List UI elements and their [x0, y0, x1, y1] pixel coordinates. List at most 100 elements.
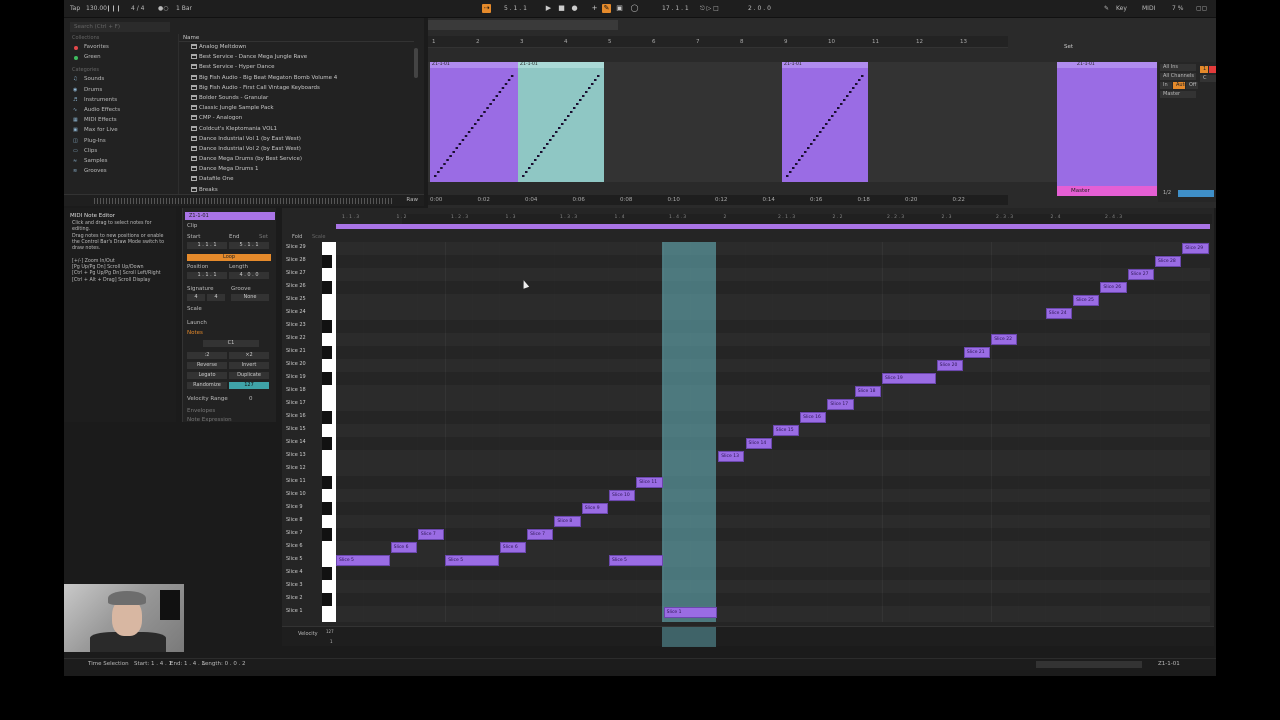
black-key[interactable] — [322, 502, 332, 516]
browser-row[interactable]: Best Service - Hyper Dance — [179, 62, 414, 72]
midi-note[interactable]: Slice 5 — [445, 555, 499, 567]
envelopes-section[interactable]: Envelopes — [187, 408, 215, 414]
notes-section[interactable]: Notes — [187, 330, 203, 336]
midi-note[interactable]: Slice 24 — [1045, 308, 1073, 320]
loop-start[interactable]: 17 . 1 . 1 — [662, 5, 689, 12]
midi-note[interactable]: Slice 18 — [854, 386, 881, 398]
midi-note[interactable]: Slice 16 — [800, 412, 827, 424]
midi-note[interactable]: Slice 19 — [882, 373, 936, 385]
browser-scrollbar[interactable] — [414, 48, 418, 78]
browser-row[interactable]: Best Service - Dance Mega Jungle Rave — [179, 52, 414, 62]
browser-row[interactable]: Dance Industrial Vol 1 (by East West) — [179, 134, 414, 144]
black-key[interactable] — [322, 320, 332, 334]
midi-note[interactable]: Slice 29 — [1182, 243, 1209, 254]
midi-note[interactable]: Slice 5 — [609, 555, 663, 567]
category-plug-ins[interactable]: ◫ Plug-Ins — [68, 136, 174, 146]
punch-in-icon[interactable]: ⎋ ▷ □ — [700, 5, 719, 13]
black-key[interactable] — [322, 411, 332, 425]
root-note-field[interactable]: C1 — [203, 340, 259, 347]
black-key[interactable] — [322, 255, 332, 268]
midi-note[interactable]: Slice 7 — [417, 529, 445, 541]
fold-button[interactable]: Fold — [292, 234, 302, 240]
category-samples[interactable]: ≈ Samples — [68, 156, 174, 166]
browser-row[interactable]: Dance Mega Drums 1 — [179, 164, 414, 174]
preview-waveform[interactable] — [94, 198, 394, 204]
category-audio-effects[interactable]: ∿ Audio Effects — [68, 105, 174, 115]
midi-note[interactable]: Slice 26 — [1100, 282, 1127, 294]
track-number[interactable]: 1 — [1200, 66, 1208, 73]
monitor-auto[interactable]: Auto — [1173, 82, 1188, 89]
black-key[interactable] — [322, 346, 332, 360]
input-channel-menu[interactable]: All Channels — [1160, 73, 1196, 80]
stop-icon[interactable]: ■ — [557, 4, 566, 13]
category-drums[interactable]: ◉ Drums — [68, 85, 174, 95]
browser-row[interactable]: Analog Meltdown — [179, 42, 414, 52]
name-column-header[interactable]: Name — [179, 34, 414, 42]
browser-row[interactable]: Bolder Sounds - Granular — [179, 93, 414, 103]
category-sounds[interactable]: ♫ Sounds — [68, 74, 174, 84]
category-instruments[interactable]: ♬ Instruments — [68, 95, 174, 105]
quantize-menu[interactable]: 1 Bar — [176, 5, 192, 12]
arrangement-clip[interactable]: Z1-1-01 — [782, 62, 868, 182]
signature-numerator[interactable]: 4 — [187, 294, 205, 301]
tap-button[interactable]: Tap — [70, 5, 80, 12]
start-field[interactable]: 1 . 1 . 1 — [187, 242, 227, 249]
draw-mode-icon[interactable]: ✎ — [1104, 5, 1109, 12]
arm-button[interactable] — [1209, 66, 1216, 73]
half-button[interactable]: :2 — [187, 352, 227, 359]
double-button[interactable]: ×2 — [229, 352, 269, 359]
signature-field[interactable]: 4 / 4 — [131, 5, 144, 12]
browser-search-input[interactable]: Search (Ctrl + F) — [70, 22, 170, 32]
song-position[interactable]: 5 . 1 . 1 — [504, 5, 527, 12]
monitor-off[interactable]: Off — [1186, 82, 1198, 89]
black-key[interactable] — [322, 528, 332, 542]
black-key[interactable] — [322, 372, 332, 386]
midi-note[interactable]: Slice 5 — [336, 555, 390, 567]
category-clips[interactable]: ▭ Clips — [68, 146, 174, 156]
overdub-icon[interactable]: + — [590, 4, 599, 13]
midi-note[interactable]: Slice 14 — [745, 438, 772, 450]
loop-toggle[interactable]: Loop — [187, 254, 271, 261]
key-map-button[interactable]: Key — [1116, 5, 1127, 12]
browser-row[interactable]: CMP - Analogon — [179, 113, 414, 123]
loop-brace[interactable] — [336, 224, 1210, 229]
scale-button[interactable]: Scale — [312, 234, 325, 240]
play-icon[interactable]: ▶ — [544, 4, 553, 13]
midi-note[interactable]: Slice 27 — [1127, 269, 1154, 281]
piano-keys[interactable] — [322, 242, 336, 622]
tempo-field[interactable]: 130.00 — [86, 5, 107, 12]
browser-row[interactable]: Dance Industrial Vol 2 (by East West) — [179, 144, 414, 154]
black-key[interactable] — [322, 567, 332, 581]
browser-row[interactable]: Big Fish Audio - Big Beat Megaton Bomb V… — [179, 73, 414, 83]
midi-note[interactable]: Slice 8 — [554, 516, 581, 528]
black-key[interactable] — [322, 593, 332, 607]
output-menu[interactable]: Master — [1160, 91, 1196, 98]
category-max-for-live[interactable]: ▣ Max for Live — [68, 125, 174, 135]
collection-green[interactable]: Green — [68, 52, 174, 62]
track-value[interactable]: C — [1200, 75, 1216, 82]
raw-toggle[interactable]: Raw — [406, 197, 418, 203]
invert-button[interactable]: Invert — [229, 362, 269, 369]
browser-row[interactable]: Classic Jungle Sample Pack — [179, 103, 414, 113]
midi-note[interactable]: Slice 7 — [527, 529, 554, 541]
black-key[interactable] — [322, 437, 332, 451]
midi-note[interactable]: Slice 28 — [1155, 256, 1182, 267]
midi-note[interactable]: Slice 6 — [390, 542, 417, 554]
browser-row[interactable]: Big Fish Audio - First Call Vintage Keyb… — [179, 83, 414, 93]
midi-note[interactable]: Slice 15 — [772, 425, 800, 437]
note-grid[interactable]: Slice 5 Slice 6 Slice 7 Slice 5 Slice 6 Slice… — [336, 242, 1210, 622]
monitor-in[interactable]: In — [1160, 82, 1172, 89]
master-track[interactable]: Master — [1057, 186, 1157, 196]
launch-section[interactable]: Launch — [187, 320, 207, 326]
note-expression-section[interactable]: Note Expression — [187, 417, 232, 423]
velocity-range-value[interactable]: 0 — [249, 396, 253, 402]
clip-section[interactable]: Clip — [187, 223, 197, 229]
time-ruler[interactable]: 0:00 0:02 0:04 0:06 0:08 0:10 0:12 0:14 0:16 0:18… — [428, 195, 1008, 205]
browser-row[interactable]: Coldcut's Kleptomania VOL1 — [179, 124, 414, 134]
clip-title[interactable]: Z1-1-01 — [185, 212, 275, 220]
midi-note[interactable]: Slice 6 — [499, 542, 527, 554]
browser-row[interactable]: Dance Mega Drums (by Best Service) — [179, 154, 414, 164]
category-midi-effects[interactable]: ▦ MIDI Effects — [68, 115, 174, 125]
groove-menu[interactable]: None — [231, 294, 269, 301]
arrangement-clip-selected[interactable]: Z1-1-01 — [518, 62, 604, 182]
